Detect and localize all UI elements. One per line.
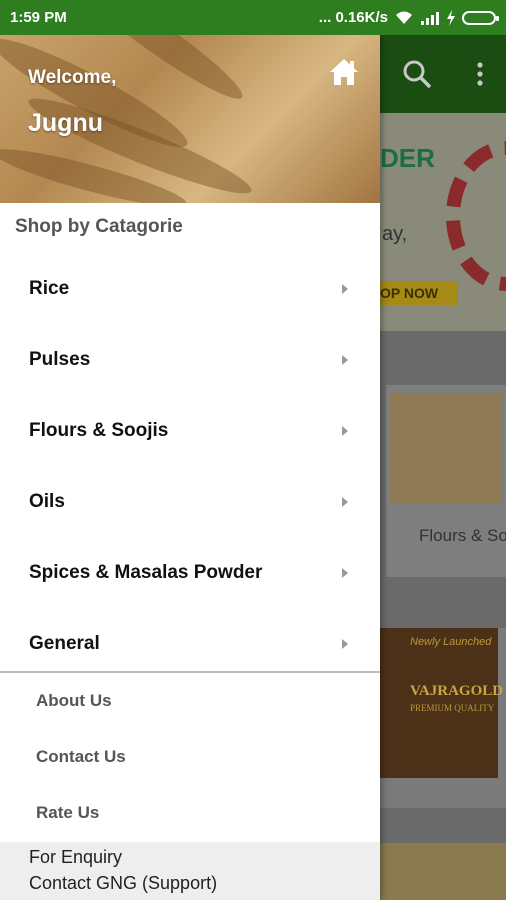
link-label: Rate Us [36, 803, 100, 822]
charging-icon [447, 9, 455, 26]
category-item-flours[interactable]: Flours & Soojis [0, 395, 380, 466]
brand-subtitle: PREMIUM QUALITY [410, 703, 495, 713]
welcome-text: Welcome, [28, 67, 117, 88]
network-speed: ... 0.16K/s [318, 9, 388, 26]
navigation-drawer: Welcome, Jugnu Shop by Catagorie Rice Pu… [0, 35, 380, 900]
chevron-right-icon [342, 284, 348, 294]
category-label: Pulses [29, 349, 91, 370]
category-item-pulses[interactable]: Pulses [0, 324, 380, 395]
banner-heading: DER [380, 143, 435, 173]
category-list: Rice Pulses Flours & Soojis Oils Spices … [0, 253, 380, 679]
link-label: Contact Us [36, 747, 126, 766]
banner-rangoli-image [446, 141, 506, 291]
category-label: Flours & Soojis [29, 420, 169, 441]
brand-name: VAJRAGOLD [410, 683, 504, 699]
category-label: Oils [29, 491, 65, 512]
flours-image [390, 393, 502, 503]
chevron-right-icon [342, 568, 348, 578]
chevron-right-icon [342, 639, 348, 649]
chevron-right-icon [342, 497, 348, 507]
about-us-link[interactable]: About Us [0, 673, 380, 729]
banner-subtext: ay, [382, 223, 408, 245]
rate-us-link[interactable]: Rate Us [0, 785, 380, 841]
drawer-header: Welcome, Jugnu [0, 35, 380, 203]
app-toolbar [380, 35, 506, 113]
link-label: About Us [36, 691, 112, 710]
status-bar: 1:59 PM ... 0.16K/s [0, 0, 506, 35]
product-card-partial[interactable] [380, 843, 506, 900]
user-name: Jugnu [28, 109, 103, 137]
product-card-vajragold[interactable]: Newly Launched VAJRAGOLD PREMIUM QUALITY [380, 628, 506, 808]
category-card-flours[interactable]: Flours & So [386, 385, 506, 577]
support-contact-link[interactable]: Contact GNG (Support) [29, 873, 217, 894]
section-title: Shop by Catagorie [15, 216, 183, 237]
category-label: General [29, 633, 100, 654]
category-label: Rice [29, 278, 70, 299]
enquiry-title: For Enquiry [29, 847, 123, 867]
info-links: About Us Contact Us Rate Us [0, 673, 380, 841]
wifi-icon [396, 11, 412, 24]
signal-icon [421, 11, 439, 25]
chevron-right-icon [342, 355, 348, 365]
category-item-oils[interactable]: Oils [0, 466, 380, 537]
enquiry-section[interactable]: For Enquiry Contact GNG (Support) [0, 842, 380, 900]
more-vert-icon[interactable] [476, 61, 484, 87]
newly-launched-badge: Newly Launched [410, 636, 492, 648]
contact-us-link[interactable]: Contact Us [0, 729, 380, 785]
battery-icon [462, 10, 499, 25]
category-item-spices[interactable]: Spices & Masalas Powder [0, 537, 380, 608]
category-item-general[interactable]: General [0, 608, 380, 679]
banner-shop-button[interactable]: OP NOW [380, 281, 458, 305]
status-icons: ... 0.16K/s [318, 9, 499, 26]
chevron-right-icon [342, 426, 348, 436]
home-icon[interactable] [328, 57, 360, 87]
vajragold-image: Newly Launched VAJRAGOLD PREMIUM QUALITY [380, 628, 503, 778]
promo-banner[interactable]: DER ay, OP NOW [380, 113, 506, 331]
category-label: Spices & Masalas Powder [29, 562, 263, 583]
search-icon[interactable] [402, 59, 432, 89]
status-time: 1:59 PM [10, 9, 67, 26]
category-item-rice[interactable]: Rice [0, 253, 380, 324]
card-label: Flours & So [419, 526, 506, 545]
